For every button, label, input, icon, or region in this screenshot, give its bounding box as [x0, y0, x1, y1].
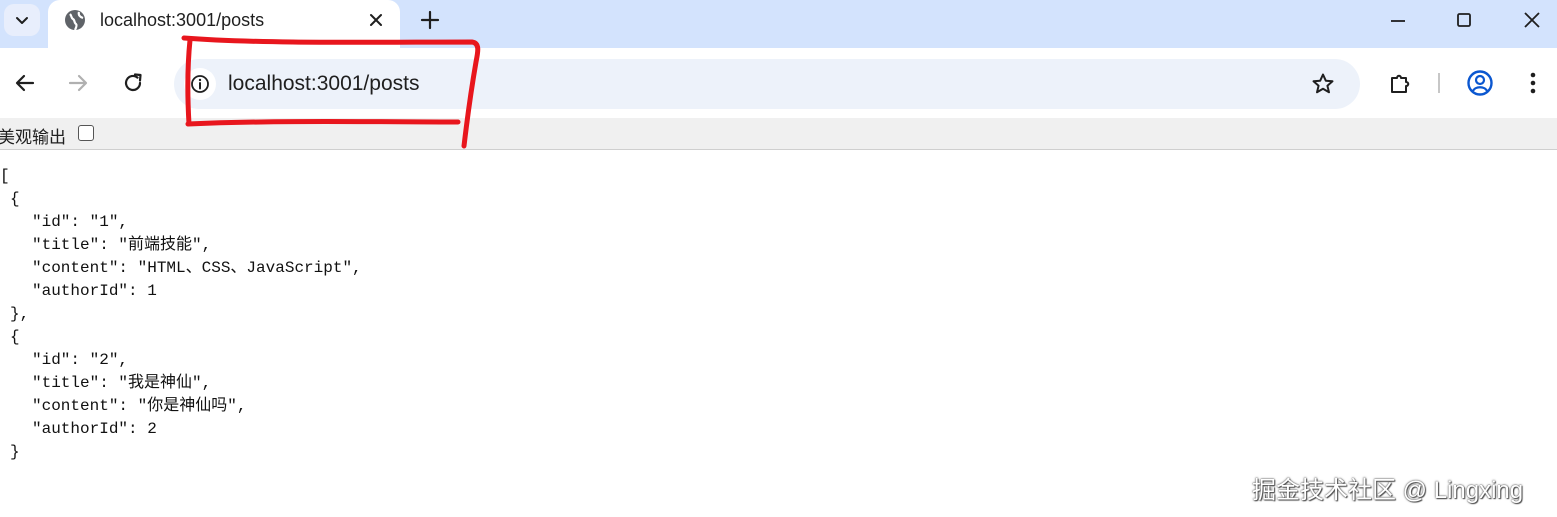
- minimize-button[interactable]: [1384, 6, 1412, 34]
- pretty-print-checkbox[interactable]: [78, 125, 94, 141]
- maximize-button[interactable]: [1450, 6, 1478, 34]
- json-line: [: [0, 167, 10, 185]
- url-text[interactable]: localhost:3001/posts: [228, 72, 419, 96]
- json-line: "content": "HTML、CSS、JavaScript",: [32, 259, 362, 277]
- json-content: [{"id": "1", "title": "前端技能", "content": "…: [0, 165, 362, 464]
- json-line: {: [10, 190, 20, 208]
- reload-icon: [124, 73, 142, 92]
- close-icon: [370, 14, 382, 26]
- json-line: "id": "1",: [32, 213, 129, 231]
- json-line: "title": "我是神仙",: [32, 374, 212, 392]
- json-line: },: [10, 305, 30, 323]
- profile-button[interactable]: [1465, 68, 1495, 98]
- close-icon: [1524, 12, 1540, 28]
- toolbar: localhost:3001/posts: [0, 48, 1557, 118]
- address-bar[interactable]: localhost:3001/posts: [174, 59, 1360, 109]
- bookmark-button[interactable]: [1310, 71, 1336, 97]
- star-icon: [1312, 73, 1334, 94]
- json-line: }: [10, 443, 20, 461]
- maximize-icon: [1457, 13, 1471, 27]
- pretty-print-label[interactable]: 美观输出: [0, 123, 66, 148]
- arrow-left-icon: [15, 74, 35, 92]
- tab-title: localhost:3001/posts: [100, 10, 265, 30]
- tab-strip: localhost:3001/posts: [0, 0, 1557, 48]
- forward-button[interactable]: [63, 68, 93, 98]
- reload-button[interactable]: [118, 68, 148, 98]
- browser-window: localhost:3001/posts localhost:3001/post…: [0, 0, 1557, 517]
- plus-icon: [420, 10, 440, 30]
- puzzle-icon: [1391, 74, 1410, 93]
- json-line: "authorId": 2: [32, 420, 157, 438]
- account-icon: [1467, 70, 1493, 96]
- globe-icon: [65, 10, 85, 31]
- back-button[interactable]: [10, 68, 40, 98]
- tab-active[interactable]: localhost:3001/posts: [48, 0, 400, 48]
- chevron-down-icon: [16, 17, 28, 24]
- minimize-icon: [1391, 20, 1405, 22]
- json-line: "id": "2",: [32, 351, 129, 369]
- json-line: {: [10, 328, 20, 346]
- pretty-print-bar: 美观输出: [0, 118, 1557, 150]
- menu-button[interactable]: [1518, 68, 1548, 98]
- extensions-button[interactable]: [1386, 68, 1416, 98]
- arrow-right-icon: [68, 74, 88, 92]
- json-line: "authorId": 1: [32, 282, 157, 300]
- json-line: "title": "前端技能",: [32, 236, 212, 254]
- more-vert-icon: [1530, 72, 1536, 94]
- json-line: "content": "你是神仙吗",: [32, 397, 247, 415]
- watermark: 掘金技术社区 @ Lingxing: [1252, 477, 1524, 504]
- toolbar-separator: [1438, 73, 1440, 93]
- tab-search-button[interactable]: [4, 4, 40, 36]
- close-window-button[interactable]: [1518, 6, 1546, 34]
- new-tab-button[interactable]: [416, 6, 444, 34]
- site-info-button[interactable]: [184, 68, 216, 100]
- tab-close-button[interactable]: [364, 8, 388, 32]
- info-icon: [191, 75, 209, 93]
